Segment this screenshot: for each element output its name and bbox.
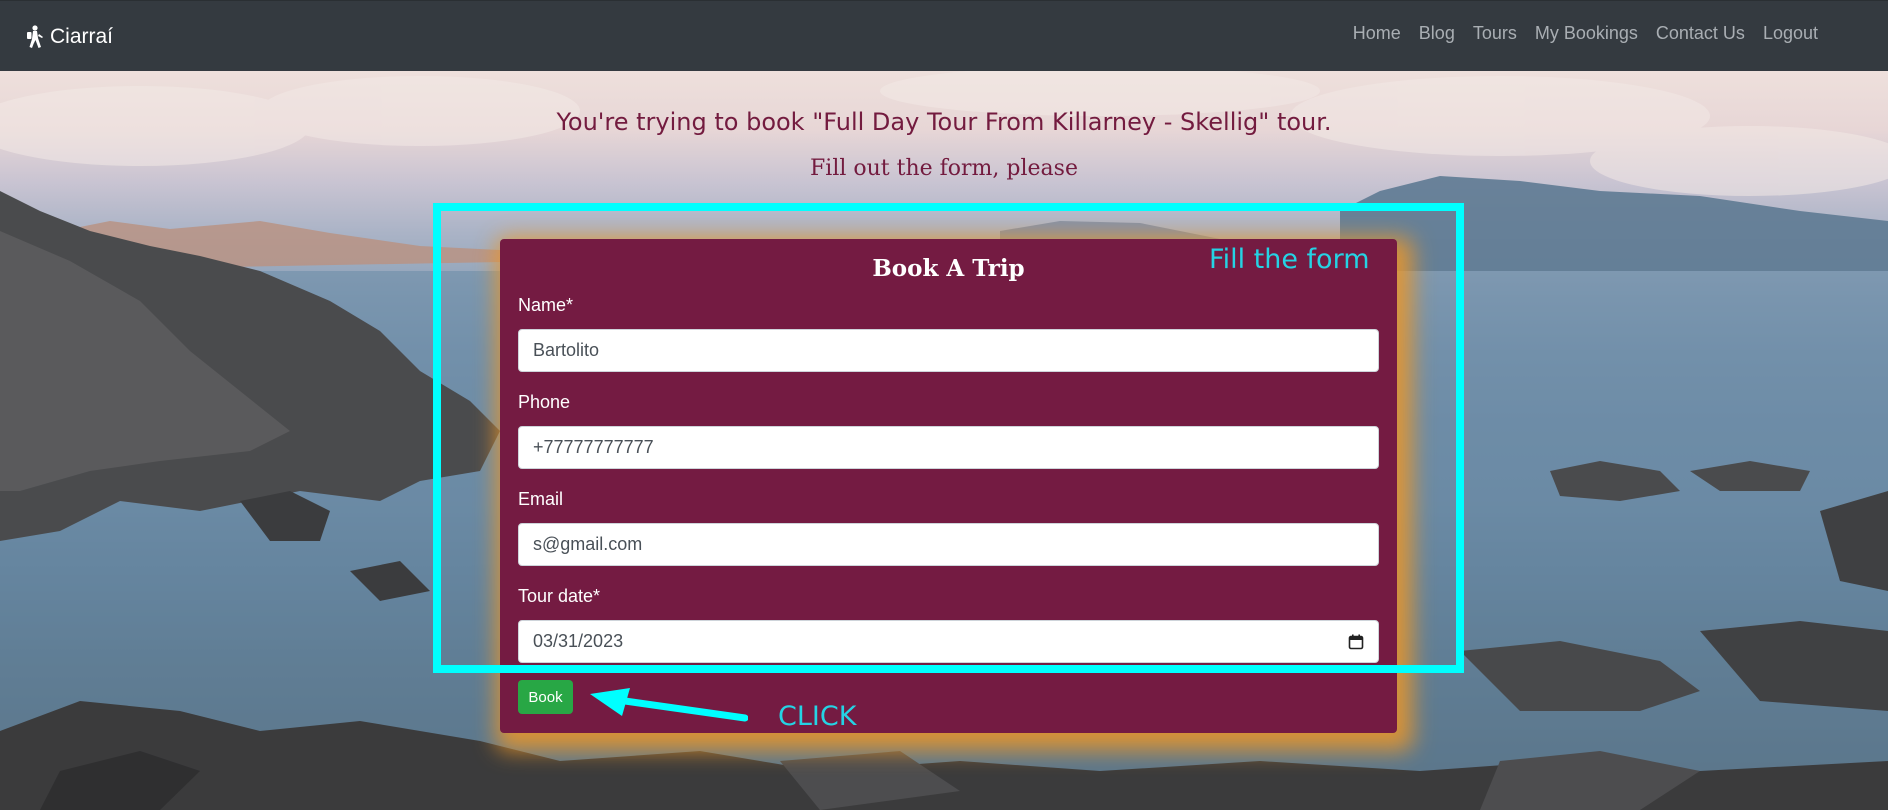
annotation-fill-note: Fill the form — [1209, 244, 1370, 275]
nav-links: Home Blog Tours My Bookings Contact Us L… — [1353, 23, 1818, 44]
page-title: You're trying to book "Full Day Tour Fro… — [556, 108, 1332, 136]
nav-tours[interactable]: Tours — [1473, 23, 1517, 44]
nav-logout[interactable]: Logout — [1763, 23, 1818, 44]
nav-my-bookings[interactable]: My Bookings — [1535, 23, 1638, 44]
brand-name: Ciarraí — [50, 25, 114, 48]
brand-link[interactable]: Ciarraí — [24, 21, 113, 53]
book-button[interactable]: Book — [518, 680, 573, 714]
nav-contact-us[interactable]: Contact Us — [1656, 23, 1745, 44]
hiker-icon — [24, 25, 44, 49]
annotation-click-note: CLICK — [778, 701, 857, 732]
page-subtitle: Fill out the form, please — [810, 156, 1078, 181]
nav-blog[interactable]: Blog — [1419, 23, 1455, 44]
nav-home[interactable]: Home — [1353, 23, 1401, 44]
annotation-arrow-icon — [590, 688, 748, 722]
navbar: Ciarraí Home Blog Tours My Bookings Cont… — [0, 0, 1888, 71]
